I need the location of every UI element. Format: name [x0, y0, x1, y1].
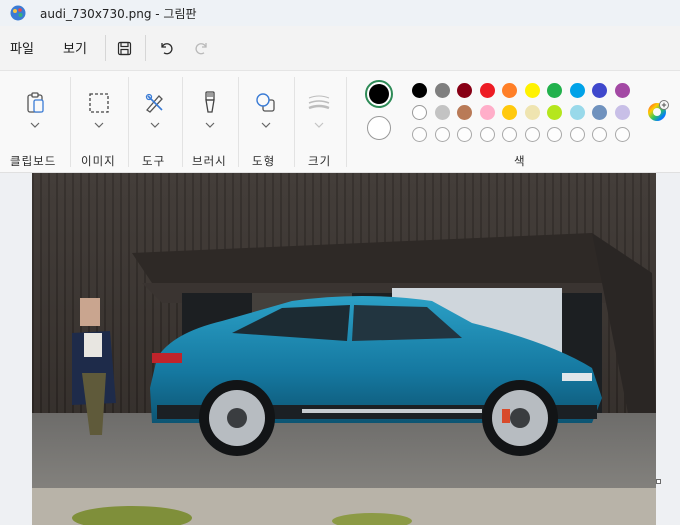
palette-swatch[interactable] [547, 105, 562, 120]
tools-icon [145, 93, 163, 113]
brush-group: 브러시 [182, 71, 238, 174]
group-label: 이미지 [81, 154, 116, 168]
secondary-color-swatch[interactable] [367, 116, 391, 140]
canvas-resize-handle[interactable] [656, 479, 661, 484]
palette-swatch[interactable] [412, 83, 427, 98]
palette-swatch[interactable] [614, 105, 630, 120]
chevron-down-icon[interactable] [94, 121, 104, 129]
tools-group: 도구 [128, 71, 182, 174]
title-bar: audi_730x730.png - 그림판 [0, 0, 680, 26]
shapes-button[interactable] [252, 89, 280, 117]
custom-color-slot[interactable] [479, 127, 495, 142]
clipboard-icon [27, 92, 44, 113]
chevron-down-icon[interactable] [30, 121, 40, 129]
palette-swatch[interactable] [457, 105, 472, 120]
palette-swatch[interactable] [524, 83, 540, 98]
custom-color-slot[interactable] [524, 127, 540, 142]
menu-separator [145, 35, 146, 61]
palette-swatch[interactable] [479, 83, 495, 98]
primary-color-fill [369, 84, 389, 104]
brush-button[interactable] [196, 89, 224, 117]
menu-separator [105, 35, 106, 61]
window-title: audi_730x730.png - 그림판 [40, 7, 197, 21]
undo-icon [161, 43, 173, 55]
redo-icon [195, 43, 207, 55]
custom-color-slot[interactable] [569, 127, 585, 142]
group-label: 크기 [308, 154, 332, 168]
group-label: 도구 [142, 154, 166, 168]
palette-swatch[interactable] [569, 105, 585, 120]
chevron-down-icon[interactable] [261, 121, 271, 129]
canvas-area [0, 173, 680, 525]
canvas-image[interactable] [32, 173, 656, 525]
size-button[interactable] [305, 89, 333, 117]
tools-button[interactable] [141, 89, 169, 117]
undo-button[interactable] [155, 37, 177, 59]
menu-bar: 파일 보기 [0, 26, 680, 70]
palette-swatch[interactable] [502, 105, 517, 120]
palette-swatch[interactable] [434, 105, 450, 120]
paint-app-icon [10, 5, 26, 21]
palette-swatch[interactable] [502, 83, 517, 98]
palette-swatch[interactable] [412, 105, 427, 120]
palette-swatch[interactable] [524, 105, 540, 120]
select-icon [89, 93, 109, 113]
palette-swatch[interactable] [614, 83, 630, 98]
audi-photo [32, 173, 656, 525]
clipboard-group: 클립보드 [0, 71, 70, 174]
custom-color-slot[interactable] [434, 127, 450, 142]
palette-swatch[interactable] [479, 105, 495, 120]
primary-color-swatch[interactable] [365, 80, 393, 108]
palette-swatch[interactable] [434, 83, 450, 98]
palette-swatch[interactable] [592, 105, 607, 120]
color-wheel-icon [648, 100, 669, 121]
chevron-down-icon[interactable] [205, 121, 215, 129]
colors-group: 색 [346, 71, 680, 174]
shapes-group: 도형 [238, 71, 294, 174]
menu-file[interactable]: 파일 [10, 38, 34, 57]
save-icon [117, 41, 131, 55]
redo-button[interactable] [191, 37, 213, 59]
palette-swatch[interactable] [592, 83, 607, 98]
size-group: 크기 [294, 71, 346, 174]
ribbon: 클립보드 이미지 도구 브러시 도형 크기 색 [0, 70, 680, 173]
group-label: 클립보드 [10, 154, 57, 168]
custom-color-slot[interactable] [614, 127, 630, 142]
custom-color-slot[interactable] [457, 127, 472, 142]
palette-swatch[interactable] [547, 83, 562, 98]
custom-color-slot[interactable] [412, 127, 427, 142]
group-label: 브러시 [192, 154, 227, 168]
image-group: 이미지 [70, 71, 128, 174]
colors-label: 색 [514, 154, 526, 168]
clipboard-button[interactable] [21, 89, 49, 117]
custom-color-slot[interactable] [502, 127, 517, 142]
custom-color-slot[interactable] [592, 127, 607, 142]
chevron-down-icon[interactable] [150, 121, 160, 129]
chevron-down-icon [314, 122, 324, 128]
brush-icon [205, 91, 215, 113]
group-label: 도형 [252, 154, 276, 168]
custom-color-slot[interactable] [547, 127, 562, 142]
size-icon [308, 95, 330, 110]
palette-swatch[interactable] [457, 83, 472, 98]
palette-swatch[interactable] [569, 83, 585, 98]
save-button[interactable] [113, 37, 135, 59]
edit-colors-button[interactable] [647, 100, 669, 122]
shapes-icon [256, 93, 275, 112]
menu-view[interactable]: 보기 [63, 38, 87, 57]
select-button[interactable] [85, 89, 113, 117]
